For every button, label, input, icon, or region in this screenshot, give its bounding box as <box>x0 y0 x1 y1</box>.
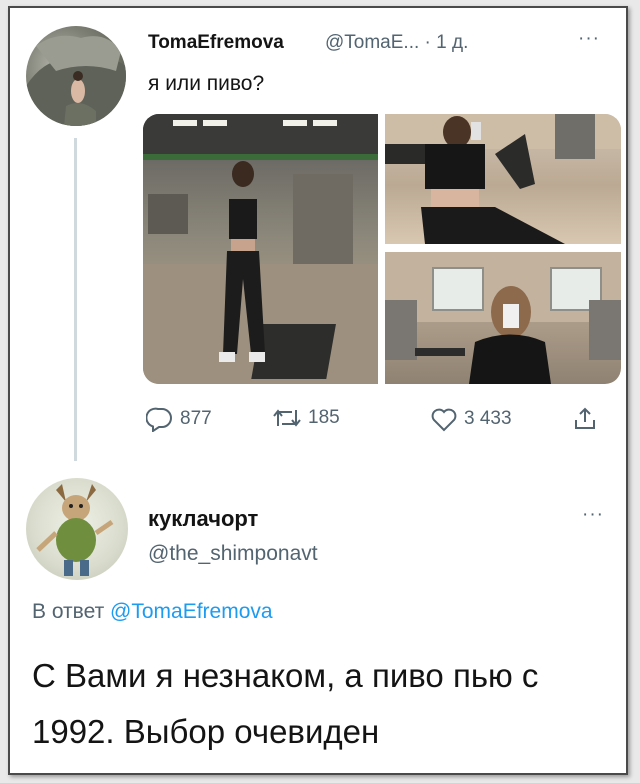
reply-avatar[interactable] <box>26 478 128 580</box>
tweet-thread-card: TomaEfremova @TomaE... · 1 д. ··· я или … <box>8 6 628 775</box>
tweet-text: я или пиво? <box>148 72 265 95</box>
media-photo-1[interactable] <box>143 114 378 384</box>
reply-action[interactable]: 877 <box>146 406 212 432</box>
retweet-count: 185 <box>308 407 340 428</box>
meta-separator: · <box>424 32 431 53</box>
retweet-action[interactable]: 185 <box>272 406 340 430</box>
like-action[interactable]: 3 433 <box>430 406 512 432</box>
author-handle[interactable]: @TomaE... <box>325 32 419 53</box>
reply-count: 877 <box>180 408 212 429</box>
reply-icon <box>146 407 172 432</box>
reply-author-name[interactable]: куклачорт <box>148 506 258 532</box>
author-name[interactable]: TomaEfremova <box>148 32 284 54</box>
avatar-photo <box>26 35 126 126</box>
tweet-meta: @TomaE... · 1 д. <box>325 32 468 54</box>
reply-author-handle[interactable]: @the_shimponavt <box>148 542 318 566</box>
tweet-time[interactable]: 1 д. <box>436 32 468 53</box>
like-icon <box>431 408 457 432</box>
thread-line <box>74 138 77 461</box>
reply-avatar-picture <box>36 484 114 576</box>
reply-text: С Вами я незнаком, а пиво пью с 1992. Вы… <box>32 657 539 750</box>
retweet-icon <box>273 409 301 427</box>
share-action[interactable] <box>572 406 598 432</box>
like-count: 3 433 <box>464 408 512 429</box>
gym-scene-3 <box>385 252 621 384</box>
in-reply-to: В ответ @TomaEfremova <box>32 600 273 624</box>
media-photo-3[interactable] <box>385 252 621 384</box>
avatar[interactable] <box>26 26 126 126</box>
more-icon[interactable]: ··· <box>578 28 600 50</box>
media-photo-2[interactable] <box>385 114 621 244</box>
gym-scene-2 <box>385 114 621 244</box>
in-reply-handle-link[interactable]: @TomaEfremova <box>110 600 273 623</box>
in-reply-prefix: В ответ <box>32 600 105 623</box>
reply-more-icon[interactable]: ··· <box>582 504 604 526</box>
gym-scene-1 <box>143 114 378 384</box>
share-icon <box>575 407 595 429</box>
tweet-media-grid[interactable] <box>143 114 621 384</box>
